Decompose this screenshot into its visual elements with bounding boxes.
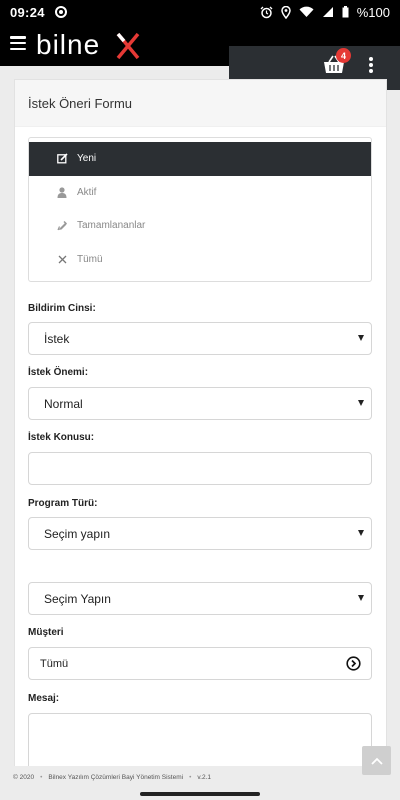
select-value: İstek (44, 331, 70, 346)
mesaj-textarea[interactable] (28, 713, 372, 768)
footer-version: v.2.1 (197, 773, 211, 781)
caret-down-icon (358, 595, 364, 601)
caret-down-icon (358, 530, 364, 536)
wifi-icon (299, 6, 314, 18)
hamburger-menu-icon[interactable] (10, 36, 26, 50)
cart-count-badge: 4 (336, 48, 351, 63)
chevron-up-icon (370, 757, 383, 765)
footer-separator: • (189, 773, 192, 781)
footer-copyright: © 2020 (13, 773, 35, 781)
location-icon (280, 5, 291, 19)
bildirim-cinsi-label: Bildirim Cinsi: (28, 303, 96, 314)
tab-label: Tümü (77, 253, 103, 265)
istek-onemi-label: İstek Önemi: (28, 367, 89, 378)
tab-yeni[interactable]: Yeni (29, 142, 371, 176)
bilnex-logo[interactable]: bilne (36, 28, 144, 62)
status-icons: %100 (260, 5, 390, 20)
istek-onemi-select[interactable]: Normal (28, 387, 372, 420)
secim-select[interactable]: Seçim Yapın (28, 582, 372, 615)
battery-icon (342, 6, 349, 18)
musteri-label: Müşteri (28, 627, 64, 638)
program-turu-select[interactable]: Seçim yapın (28, 517, 372, 550)
caret-down-icon (358, 335, 364, 341)
tab-label: Tamamlananlar (77, 220, 146, 232)
arrow-circle-right-icon[interactable] (346, 656, 361, 671)
footer-separator: • (40, 773, 43, 781)
notification-icon (54, 6, 67, 18)
tab-label: Aktif (77, 186, 97, 198)
request-form-card: İstek Öneri Formu Yeni Aktif Tamamlananl… (14, 79, 387, 769)
musteri-field[interactable]: Tümü (28, 647, 372, 680)
edit-icon (55, 152, 69, 166)
select-value: Normal (44, 396, 83, 411)
select-value: Seçim Yapın (44, 591, 111, 606)
user-icon (55, 185, 69, 199)
tab-aktif[interactable]: Aktif (29, 176, 371, 210)
footer-company: Bilnex Yazılım Çözümleri Bayi Yönetim Si… (48, 773, 184, 781)
select-value: Seçim yapın (44, 526, 111, 541)
signal-icon (322, 7, 333, 17)
tab-tumu[interactable]: Tümü (29, 243, 371, 277)
scroll-to-top-button[interactable] (362, 746, 391, 775)
system-nav-bar (0, 788, 400, 800)
status-bar: 09:24 %100 (0, 0, 400, 24)
page-footer: © 2020 • Bilnex Yazılım Çözümleri Bayi Y… (0, 766, 400, 788)
caret-down-icon (358, 400, 364, 406)
pen-icon (55, 219, 69, 233)
more-options-icon[interactable] (368, 57, 374, 73)
status-tabs: Yeni Aktif Tamamlananlar Tümü (28, 137, 372, 282)
bildirim-cinsi-select[interactable]: İstek (28, 322, 372, 355)
home-gesture-pill[interactable] (140, 792, 260, 796)
mesaj-label: Mesaj: (28, 693, 60, 704)
close-icon (55, 252, 69, 266)
status-time: 09:24 (10, 4, 45, 20)
program-turu-label: Program Türü: (28, 498, 98, 509)
form-title: İstek Öneri Formu (15, 80, 386, 127)
tab-tamamlananlar[interactable]: Tamamlananlar (29, 209, 371, 243)
app-header: bilne 4 (0, 24, 400, 90)
battery-level: %100 (356, 4, 390, 20)
istek-konusu-label: İstek Konusu: (28, 432, 95, 443)
alarm-icon (260, 6, 273, 18)
istek-konusu-input[interactable] (28, 452, 372, 485)
musteri-value: Tümü (40, 657, 69, 670)
tab-label: Yeni (77, 153, 97, 165)
svg-text:bilne: bilne (36, 29, 100, 60)
